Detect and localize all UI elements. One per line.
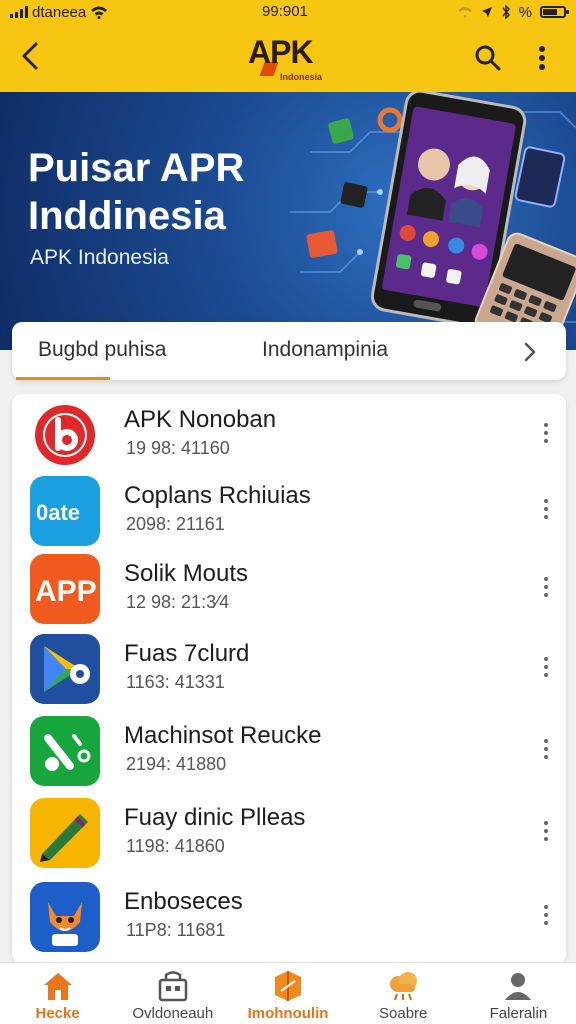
tab-bar: Bugbd puhisa Indonampinia	[12, 322, 566, 380]
svg-text:APP: APP	[35, 575, 97, 608]
status-bar: dtaneea 99:901 %	[0, 0, 576, 24]
banner-phone-illustration	[290, 92, 576, 350]
logo-subtext: Indonesia	[280, 72, 323, 82]
app-overflow-menu[interactable]	[534, 494, 558, 524]
yellow-pen-icon	[30, 798, 100, 868]
app-meta: 1163: 41331	[126, 672, 225, 692]
svg-text:0ate: 0ate	[36, 500, 80, 525]
app-meta: 2194: 41880	[126, 754, 227, 774]
wifi-dim-icon	[457, 7, 472, 18]
cloud-icon	[385, 969, 421, 1003]
banner-subtitle: APK Indonesia	[30, 246, 169, 269]
app-list-item[interactable]: Fuas 7clurd 1163: 41331	[12, 630, 566, 710]
app-meta: 11P8: 11681	[126, 920, 226, 940]
app-list: APK Nonoban 19 98: 41160 0ate Coplans Rc…	[12, 394, 566, 964]
app-overflow-menu[interactable]	[534, 816, 558, 846]
app-overflow-menu[interactable]	[534, 572, 558, 602]
apk-icon	[270, 969, 306, 1003]
app-list-item[interactable]: APK Nonoban 19 98: 41160	[12, 396, 566, 476]
battery-fill	[543, 9, 557, 15]
tab-scroll-next-button[interactable]	[512, 334, 548, 370]
bottom-navigation: Hecke Ovldoneauh Imohnoulin Soabre Faler…	[0, 962, 576, 1024]
more-vert-icon	[539, 46, 545, 70]
logo-text: APK	[248, 34, 314, 70]
app-name: Coplans Rchiuias	[124, 482, 311, 509]
orange-app-icon: APP	[30, 554, 100, 624]
app-name: APK Nonoban	[124, 406, 277, 433]
search-button[interactable]	[466, 36, 510, 80]
nav-apk-label: Imohnoulin	[247, 1005, 329, 1022]
tab-primary[interactable]: Bugbd puhisa	[38, 338, 166, 362]
nav-profile[interactable]: Faleralin	[461, 963, 576, 1024]
nav-share[interactable]: Soabre	[346, 963, 461, 1024]
app-meta: 2098: 21161	[126, 514, 225, 534]
app-list-item[interactable]: Fuay dinic Plleas 1198: 41860	[12, 794, 566, 874]
promo-banner[interactable]: Puisar APR Inddinesia APK Indonesia	[0, 92, 576, 350]
app-meta: 12 98: 21:3⁄4	[126, 592, 230, 612]
nav-downloads[interactable]: Ovldoneauh	[115, 963, 230, 1024]
app-name: Fuay dinic Plleas	[124, 804, 306, 831]
fox-icon	[30, 882, 100, 952]
app-list-item[interactable]: 0ate Coplans Rchiuias 2098: 21161	[12, 472, 566, 552]
chevron-right-icon	[524, 342, 536, 362]
nav-apk[interactable]: Imohnoulin	[230, 963, 345, 1024]
app-overflow-menu[interactable]	[534, 734, 558, 764]
app-meta: 19 98: 41160	[126, 438, 230, 458]
nav-home-label: Hecke	[35, 1005, 80, 1022]
app-meta: 1198: 41860	[126, 836, 225, 856]
profile-icon	[500, 969, 536, 1003]
red-b-icon	[30, 400, 100, 470]
app-name: Machinsot Reucke	[124, 722, 322, 749]
app-bar: APK Indonesia	[0, 24, 576, 92]
search-icon	[475, 45, 501, 71]
play-store-icon	[30, 634, 100, 704]
wifi-icon	[91, 6, 108, 19]
home-icon	[40, 969, 76, 1003]
signal-icon	[10, 6, 28, 18]
back-button[interactable]	[8, 34, 52, 78]
battery-percent: %	[518, 3, 532, 21]
chevron-left-icon	[22, 42, 38, 70]
nav-profile-label: Faleralin	[489, 1005, 548, 1022]
app-list-item[interactable]: Enboseces 11P8: 11681	[12, 878, 566, 958]
carrier-name: dtaneea	[32, 3, 87, 21]
bluetooth-icon	[502, 5, 510, 19]
battery-icon	[540, 6, 569, 18]
app-list-item[interactable]: Machinsot Reucke 2194: 41880	[12, 712, 566, 792]
location-icon	[481, 7, 492, 17]
more-options-button[interactable]	[522, 36, 562, 80]
app-overflow-menu[interactable]	[534, 900, 558, 930]
status-left: dtaneea	[10, 4, 108, 21]
app-name: Solik Mouts	[124, 560, 249, 587]
app-name: Enboseces	[124, 888, 243, 915]
status-time: 99:901	[262, 3, 308, 20]
app-name: Fuas 7clurd	[124, 640, 250, 667]
app-overflow-menu[interactable]	[534, 418, 558, 448]
active-tab-indicator	[16, 377, 110, 380]
blue-date-icon: 0ate	[30, 476, 100, 546]
app-logo: APK Indonesia	[248, 32, 332, 84]
green-tool-icon	[30, 716, 100, 786]
status-right: %	[457, 3, 569, 21]
tab-secondary[interactable]: Indonampinia	[262, 338, 388, 362]
app-list-item[interactable]: APP Solik Mouts 12 98: 21:3⁄4	[12, 550, 566, 630]
nav-downloads-label: Ovldoneauh	[132, 1005, 214, 1022]
app-overflow-menu[interactable]	[534, 652, 558, 682]
nav-share-label: Soabre	[379, 1005, 428, 1022]
store-icon	[155, 969, 191, 1003]
nav-home[interactable]: Hecke	[0, 963, 115, 1024]
